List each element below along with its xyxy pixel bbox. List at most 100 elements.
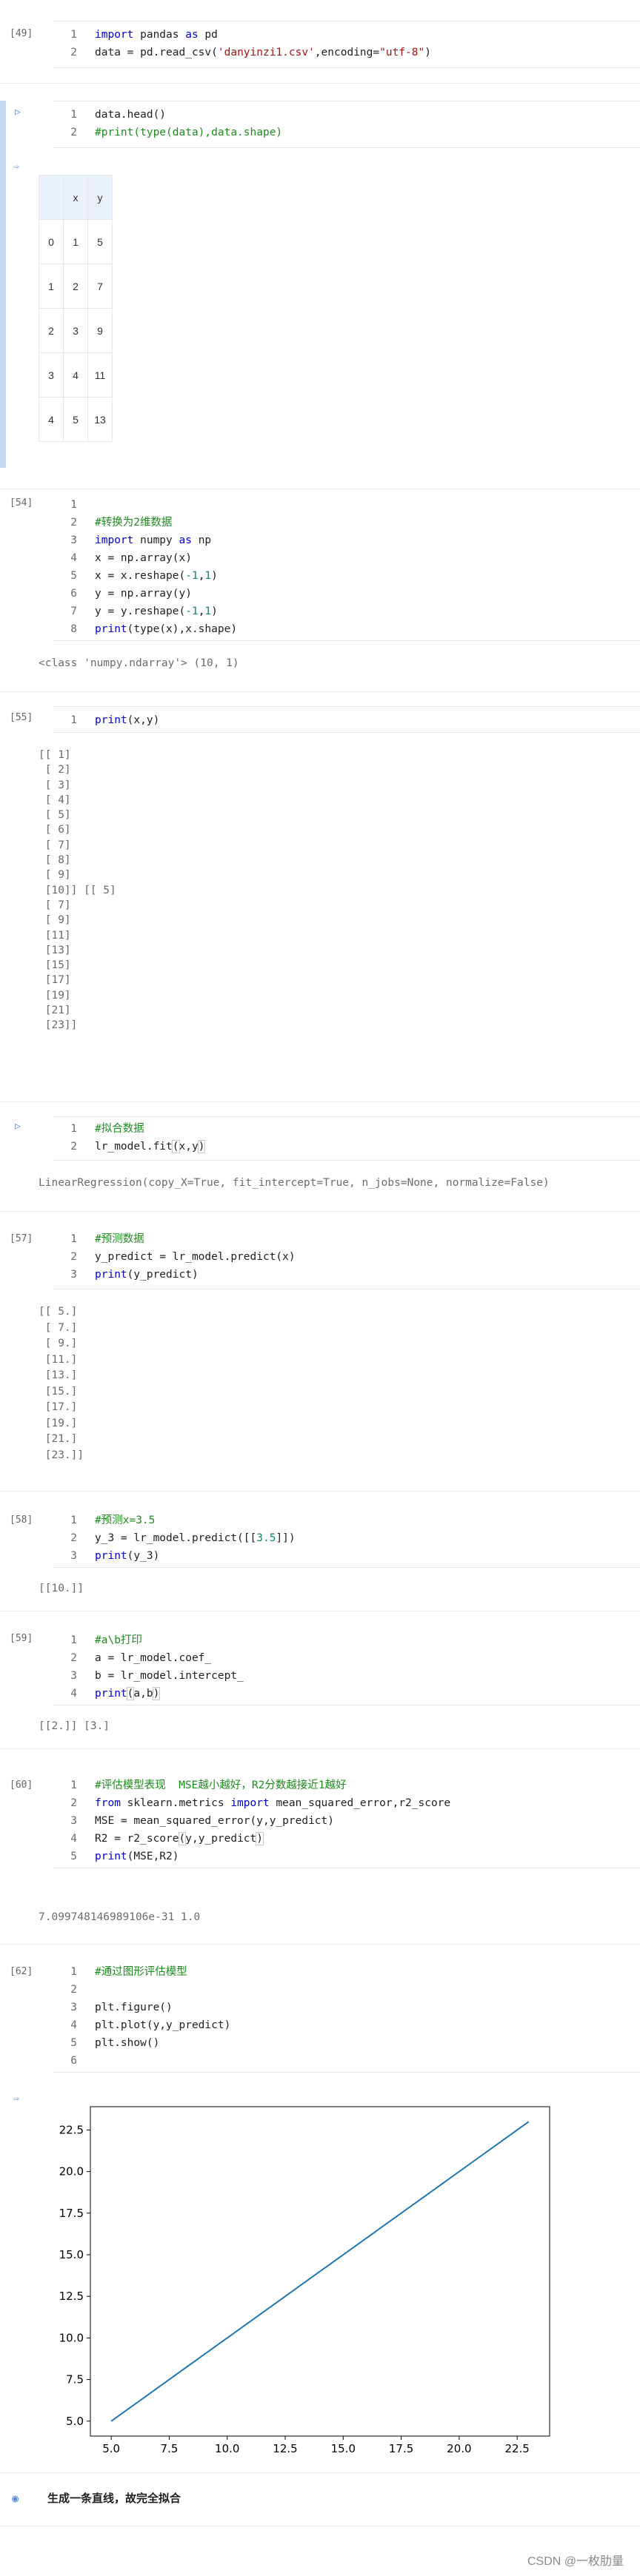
cell-output: <class 'numpy.ndarray'> (10, 1) [39, 657, 239, 669]
code-cell[interactable]: [58] 1 #预测x=3.5 2 y_3 = lr_model.predict([[… [0, 1509, 640, 1597]
code-cell[interactable]: [55] 1 print(x,y) [[ 1] [ 2] [ 3] [ 4] [ … [0, 706, 640, 1099]
code-line[interactable]: 1 #通过图形评估模型 [53, 1963, 640, 1981]
code-line[interactable]: 7 y = y.reshape(-1,1) [53, 603, 640, 620]
code-text[interactable]: plt.show() [95, 2034, 159, 2052]
code-text[interactable]: y = np.array(y) [95, 585, 192, 603]
table-cell: 3 [63, 308, 88, 353]
code-text[interactable]: y_3 = lr_model.predict([[3.5]]) [95, 1529, 296, 1547]
code-editor[interactable]: 1 #拟合数据 2 lr_model.fit(x,y) [53, 1116, 640, 1161]
code-text[interactable]: import pandas as pd [95, 26, 218, 44]
code-line[interactable]: 3 MSE = mean_squared_error(y,y_predict) [53, 1812, 640, 1830]
code-text[interactable]: print(a,b) [95, 1685, 161, 1703]
code-text[interactable]: #评估模型表现 MSE越小越好，R2分数越接近1越好 [95, 1777, 347, 1794]
code-line[interactable]: 1 [53, 496, 640, 514]
code-text[interactable]: lr_model.fit(x,y) [95, 1138, 206, 1155]
code-line[interactable]: 1 #拟合数据 [53, 1120, 640, 1138]
code-text[interactable]: y = y.reshape(-1,1) [95, 603, 218, 620]
run-cell-icon[interactable]: ▷ [15, 107, 21, 118]
code-text[interactable]: data = pd.read_csv('danyinzi1.csv',encod… [95, 44, 431, 61]
code-text[interactable]: print(type(x),x.shape) [95, 620, 237, 638]
code-text[interactable]: print(y_3) [95, 1547, 159, 1565]
code-line[interactable]: 4 x = np.array(x) [53, 549, 640, 567]
code-line[interactable]: 5 plt.show() [53, 2034, 640, 2052]
code-text[interactable]: print(x,y) [95, 711, 159, 729]
code-line[interactable]: 5 print(MSE,R2) [53, 1848, 640, 1865]
code-line[interactable]: 2 y_3 = lr_model.predict([[3.5]]) [53, 1529, 640, 1547]
code-cell[interactable]: [60] 1 #评估模型表现 MSE越小越好，R2分数越接近1越好 2 from sk… [0, 1774, 640, 1936]
code-text[interactable]: MSE = mean_squared_error(y,y_predict) [95, 1812, 334, 1830]
eye-icon[interactable]: ◉ [12, 2492, 19, 2505]
table-cell: 4 [39, 397, 64, 442]
code-text[interactable]: print(MSE,R2) [95, 1848, 179, 1865]
code-line[interactable]: 6 y = np.array(y) [53, 585, 640, 603]
code-text[interactable]: x = x.reshape(-1,1) [95, 567, 218, 585]
code-editor[interactable]: 1 #a\b打印 2 a = lr_model.coef_ 3 b = lr_model.… [53, 1629, 640, 1705]
code-text[interactable]: import numpy as np [95, 531, 211, 549]
code-text[interactable]: #a\b打印 [95, 1631, 142, 1649]
line-number: 2 [70, 127, 77, 138]
code-line[interactable]: 1 import pandas as pd [53, 26, 640, 44]
code-cell[interactable]: ▷ 1 #拟合数据 2 lr_model.fit(x,y) LinearRegress… [0, 1116, 640, 1198]
code-text[interactable]: #通过图形评估模型 [95, 1963, 187, 1981]
markdown-cell[interactable]: ◉ 生成一条直线，故完全拟合 [0, 2477, 640, 2524]
code-line[interactable]: 1 #a\b打印 [53, 1631, 640, 1649]
code-editor[interactable]: 1 print(x,y) [53, 706, 640, 733]
code-text[interactable]: print(y_predict) [95, 1266, 199, 1284]
code-text[interactable]: y_predict = lr_model.predict(x) [95, 1248, 296, 1266]
code-cell[interactable]: [59] 1 #a\b打印 2 a = lr_model.coef_ 3 b = lr_m… [0, 1629, 640, 1732]
code-text[interactable]: #拟合数据 [95, 1120, 144, 1138]
code-text[interactable]: #print(type(data),data.shape) [95, 124, 282, 141]
code-line[interactable]: 1 #评估模型表现 MSE越小越好，R2分数越接近1越好 [53, 1777, 640, 1794]
code-text[interactable]: #转换为2维数据 [95, 514, 172, 531]
line-number: 1 [70, 109, 77, 121]
code-line[interactable]: 3 plt.figure() [53, 1999, 640, 2016]
code-editor[interactable]: 1 #预测x=3.5 2 y_3 = lr_model.predict([[3.5]]… [53, 1509, 640, 1568]
code-line[interactable]: 2 y_predict = lr_model.predict(x) [53, 1248, 640, 1266]
code-line[interactable]: 1 #预测数据 [53, 1230, 640, 1248]
code-line[interactable]: 5 x = x.reshape(-1,1) [53, 567, 640, 585]
code-line[interactable]: 2 [53, 1981, 640, 1999]
code-line[interactable]: 4 R2 = r2_score(y,y_predict) [53, 1830, 640, 1848]
code-editor[interactable]: 1 #预测数据 2 y_predict = lr_model.predict(x) 3 p… [53, 1227, 640, 1289]
code-text[interactable]: R2 = r2_score(y,y_predict) [95, 1830, 264, 1848]
code-line[interactable]: 2 from sklearn.metrics import mean_square… [53, 1794, 640, 1812]
code-line[interactable]: 2 a = lr_model.coef_ [53, 1649, 640, 1667]
code-line[interactable]: 4 print(a,b) [53, 1685, 640, 1703]
code-text[interactable]: #预测数据 [95, 1230, 144, 1248]
code-line[interactable]: 4 plt.plot(y,y_predict) [53, 2016, 640, 2034]
code-line[interactable]: 1 #预测x=3.5 [53, 1512, 640, 1529]
x-tick-label: 12.5 [273, 2442, 297, 2455]
code-text[interactable]: data.head() [95, 106, 166, 124]
code-cell[interactable]: [57] 1 #预测数据 2 y_predict = lr_model.predict… [0, 1227, 640, 1486]
code-cell-active[interactable]: ▷ 1 data.head() 2 #print(type(data),data.sh… [0, 101, 640, 468]
code-editor[interactable]: 1 #评估模型表现 MSE越小越好，R2分数越接近1越好 2 from sklearn… [53, 1774, 640, 1868]
code-line[interactable]: 1 data.head() [53, 106, 640, 124]
code-cell[interactable]: [54] 1 2 #转换为2维数据 3 import numpy as np 4 x = n… [0, 493, 640, 685]
code-line[interactable]: 3 print(y_3) [53, 1547, 640, 1565]
code-cell[interactable]: [49] 1 import pandas as pd 2 data = pd.read… [0, 21, 640, 68]
code-text[interactable]: x = np.array(x) [95, 549, 192, 567]
code-line[interactable]: 8 print(type(x),x.shape) [53, 620, 640, 638]
code-text[interactable]: from sklearn.metrics import mean_squared… [95, 1794, 450, 1812]
code-cell[interactable]: [62] 1 #通过图形评估模型 2 3 plt.figure() 4 plt.plot(y… [0, 1960, 640, 2471]
code-text[interactable]: #预测x=3.5 [95, 1512, 155, 1529]
code-line[interactable]: 2 #print(type(data),data.shape) [53, 124, 640, 141]
code-text[interactable]: b = lr_model.intercept_ [95, 1667, 244, 1685]
code-editor[interactable]: 1 #通过图形评估模型 2 3 plt.figure() 4 plt.plot(y,y_pr… [53, 1960, 640, 2073]
code-line[interactable]: 2 data = pd.read_csv('danyinzi1.csv',enco… [53, 44, 640, 61]
code-text[interactable]: plt.plot(y,y_predict) [95, 2016, 230, 2034]
code-line[interactable]: 2 lr_model.fit(x,y) [53, 1138, 640, 1155]
code-text[interactable]: a = lr_model.coef_ [95, 1649, 211, 1667]
code-text[interactable]: plt.figure() [95, 1999, 173, 2016]
code-line[interactable]: 3 b = lr_model.intercept_ [53, 1667, 640, 1685]
code-editor[interactable]: 1 data.head() 2 #print(type(data),data.shap… [53, 101, 640, 148]
code-editor[interactable]: 1 import pandas as pd 2 data = pd.read_csv(… [53, 21, 640, 68]
code-editor[interactable]: 1 2 #转换为2维数据 3 import numpy as np 4 x = np.arr… [53, 493, 640, 641]
line-number: 6 [70, 588, 77, 600]
run-cell-icon[interactable]: ▷ [15, 1121, 21, 1132]
code-line[interactable]: 6 [53, 2052, 640, 2070]
code-line[interactable]: 3 print(y_predict) [53, 1266, 640, 1284]
code-line[interactable]: 3 import numpy as np [53, 531, 640, 549]
code-line[interactable]: 2 #转换为2维数据 [53, 514, 640, 531]
code-line[interactable]: 1 print(x,y) [53, 711, 640, 729]
